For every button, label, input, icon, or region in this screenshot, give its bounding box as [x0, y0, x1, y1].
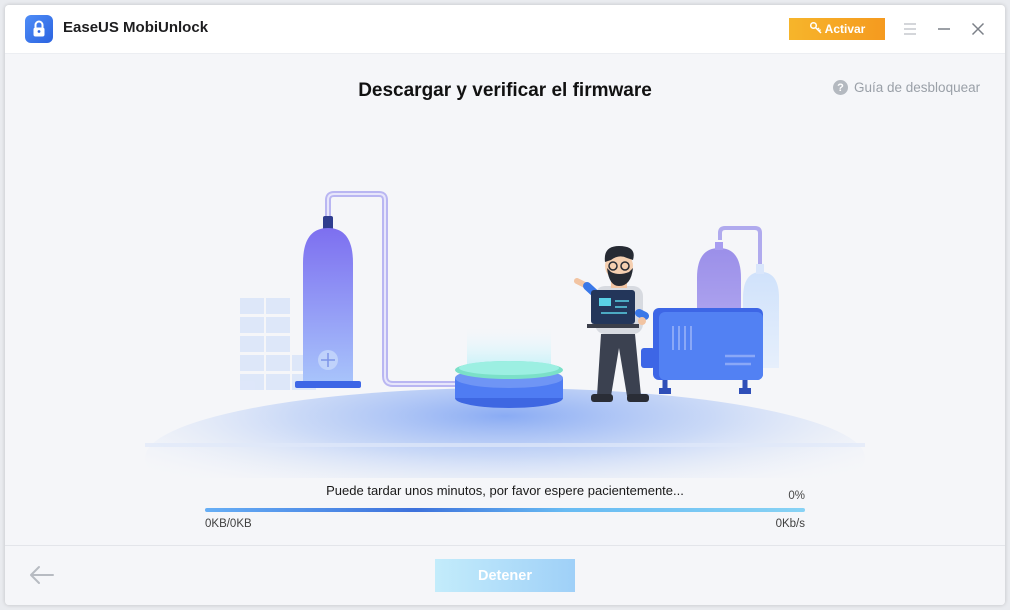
- back-button[interactable]: [27, 563, 57, 587]
- lock-logo-icon: [25, 15, 53, 43]
- download-speed: 0Kb/s: [775, 518, 805, 530]
- help-icon: ?: [833, 80, 848, 95]
- title-bar: EaseUS MobiUnlock Activar: [5, 5, 1005, 54]
- arrow-left-icon: [27, 566, 57, 591]
- footer-bar: Detener: [5, 545, 1005, 605]
- stop-button[interactable]: Detener: [435, 559, 575, 592]
- app-title: EaseUS MobiUnlock: [63, 19, 209, 36]
- firmware-download-illustration: [145, 188, 865, 528]
- unlock-guide-link[interactable]: ? Guía de desbloquear: [833, 80, 980, 95]
- engineer-character: [574, 246, 649, 402]
- download-progress-bar: [205, 508, 805, 512]
- unlock-guide-label: Guía de desbloquear: [854, 80, 981, 95]
- app-window: EaseUS MobiUnlock Activar Descargar y ve…: [5, 5, 1005, 605]
- main-content: Descargar y verificar el firmware ? Guía…: [5, 53, 1005, 545]
- close-icon[interactable]: [966, 17, 990, 41]
- progress-percent: 0%: [788, 490, 805, 502]
- key-icon: [809, 21, 823, 38]
- status-message: Puede tardar unos minutos, por favor esp…: [326, 483, 684, 498]
- progress-shimmer: [205, 508, 805, 512]
- minimize-icon[interactable]: [932, 17, 956, 41]
- activate-label: Activar: [824, 22, 866, 36]
- activate-button[interactable]: Activar: [789, 18, 885, 40]
- menu-icon[interactable]: [898, 17, 922, 41]
- download-size: 0KB/0KB: [205, 518, 252, 530]
